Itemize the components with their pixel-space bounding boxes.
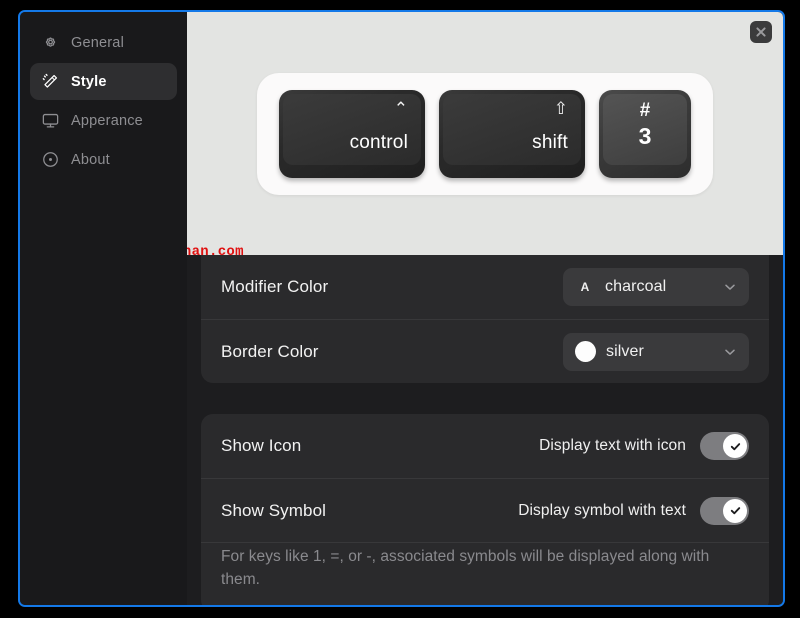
gear-icon: [41, 33, 60, 52]
sidebar: General Style Apperance About: [20, 12, 187, 605]
row-border-color: Border Color silver: [201, 319, 769, 383]
close-button[interactable]: [750, 21, 772, 43]
sidebar-item-label: About: [71, 151, 110, 168]
row-title: Show Icon: [221, 436, 302, 455]
chevron-down-icon: [723, 345, 737, 359]
sidebar-item-about[interactable]: About: [30, 141, 177, 178]
sidebar-item-general[interactable]: General: [30, 24, 177, 61]
row-title: Modifier Color: [221, 277, 329, 296]
letter-swatch-icon: A: [580, 280, 590, 294]
show-icon-toggle[interactable]: [700, 432, 749, 460]
shift-symbol: ⇧: [553, 98, 568, 118]
sidebar-item-label: Style: [71, 73, 107, 90]
toggle-knob: [723, 498, 747, 523]
three-label: 3: [638, 122, 652, 149]
border-color-dropdown[interactable]: silver: [563, 332, 749, 371]
three-symbol: #: [639, 99, 651, 121]
row-modifier-color: Modifier Color A charcoal: [201, 255, 769, 319]
content-area: ⌃ control ⇧ shift # 3 Modifier Color A c…: [187, 12, 783, 605]
watermark: yinghezhan.com: [187, 244, 244, 260]
control-label: control: [349, 131, 408, 153]
row-title: Show Symbol: [221, 500, 327, 520]
settings-group-colors: Modifier Color A charcoal Border Color s…: [201, 255, 769, 383]
row-title: Border Color: [221, 341, 319, 361]
settings-list: Modifier Color A charcoal Border Color s…: [187, 255, 783, 605]
show-symbol-description: For keys like 1, =, or -, associated sym…: [201, 542, 769, 605]
shift-label: shift: [532, 131, 568, 153]
sidebar-item-label: Apperance: [71, 112, 143, 129]
color-swatch-icon: [575, 341, 596, 362]
keycap-control: ⌃ control: [279, 89, 425, 178]
show-symbol-toggle[interactable]: [700, 496, 749, 525]
row-show-symbol: Show Symbol Display symbol with text: [201, 478, 769, 542]
border-color-value: silver: [606, 342, 644, 360]
sidebar-item-label: General: [71, 34, 124, 51]
control-symbol: ⌃: [393, 98, 408, 118]
settings-window: General Style Apperance About ⌃ control …: [18, 10, 785, 607]
screen: General Style Apperance About ⌃ control …: [0, 0, 800, 618]
keycap-preview-panel: ⌃ control ⇧ shift # 3: [187, 12, 783, 255]
modifier-color-dropdown[interactable]: A charcoal: [563, 268, 749, 306]
keycap-row: ⌃ control ⇧ shift # 3: [257, 72, 713, 195]
monitor-icon: [41, 111, 60, 130]
row-subtitle: Display symbol with text: [518, 501, 686, 519]
sidebar-item-apperance[interactable]: Apperance: [30, 102, 177, 139]
check-icon: [730, 507, 740, 515]
row-subtitle: Display text with icon: [539, 437, 686, 454]
wand-icon: [41, 72, 60, 91]
toggle-knob: [723, 434, 747, 458]
row-show-icon: Show Icon Display text with icon: [201, 414, 769, 478]
chevron-down-icon: [723, 280, 737, 294]
modifier-color-value: charcoal: [605, 278, 667, 295]
keycap-three: # 3: [599, 89, 691, 178]
keycap-shift: ⇧ shift: [439, 89, 585, 178]
check-icon: [730, 442, 740, 450]
close-icon: [756, 27, 766, 37]
info-icon: [41, 150, 60, 169]
sidebar-item-style[interactable]: Style: [30, 63, 177, 100]
settings-group-display: Show Icon Display text with icon Show Sy…: [201, 414, 769, 605]
